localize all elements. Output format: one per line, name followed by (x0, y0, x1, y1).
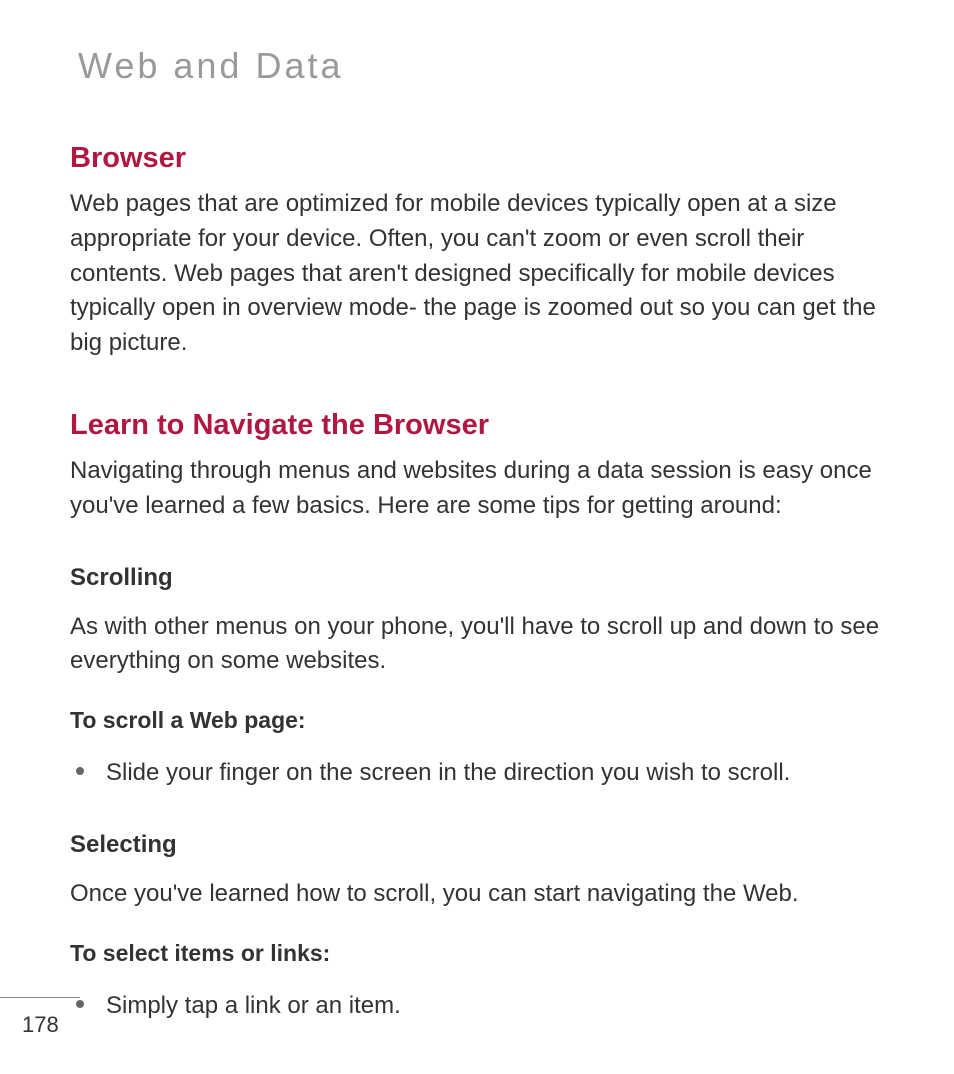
section-body-navigate: Navigating through menus and websites du… (70, 454, 884, 524)
scrolling-howto-label: To scroll a Web page: (70, 707, 884, 734)
section-heading-browser: Browser (70, 142, 884, 175)
scrolling-bullet-row: Slide your finger on the screen in the d… (70, 756, 884, 791)
subhead-selecting: Selecting (70, 831, 884, 859)
page-title: Web and Data (78, 45, 884, 87)
scrolling-bullet-text: Slide your finger on the screen in the d… (106, 756, 790, 791)
page-footer: 178 (0, 997, 80, 1038)
selecting-body: Once you've learned how to scroll, you c… (70, 877, 884, 912)
selecting-bullet-text: Simply tap a link or an item. (106, 989, 401, 1024)
section-body-browser: Web pages that are optimized for mobile … (70, 187, 884, 361)
subhead-scrolling: Scrolling (70, 564, 884, 592)
footer-rule (0, 997, 80, 998)
bullet-icon (76, 767, 84, 775)
page-number: 178 (22, 1012, 80, 1038)
selecting-howto-label: To select items or links: (70, 940, 884, 967)
scrolling-body: As with other menus on your phone, you'l… (70, 610, 884, 680)
section-heading-navigate: Learn to Navigate the Browser (70, 409, 884, 442)
selecting-bullet-row: Simply tap a link or an item. (70, 989, 884, 1024)
